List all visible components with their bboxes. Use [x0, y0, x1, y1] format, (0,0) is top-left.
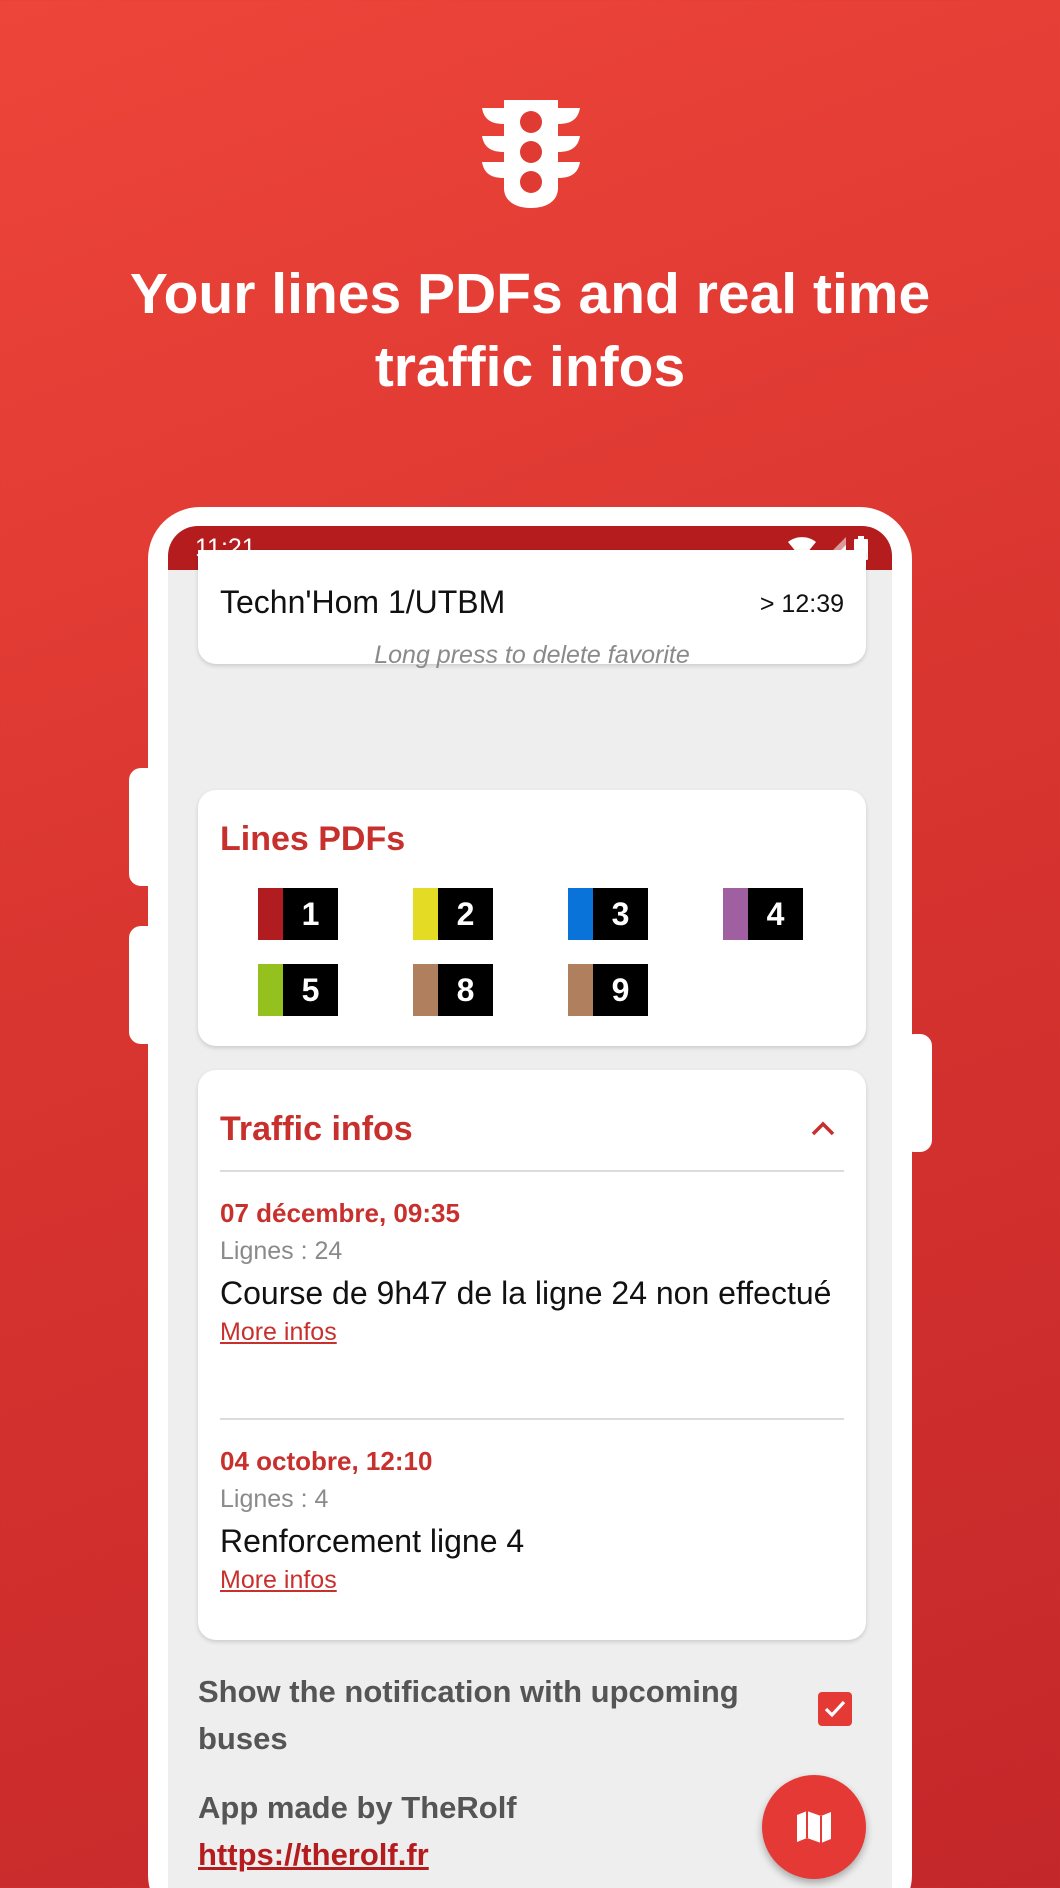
traffic-info-item: 04 octobre, 12:10 Lignes : 4 Renforcemen…: [220, 1446, 844, 1595]
map-icon: [797, 1811, 831, 1843]
favorite-stop-name: Techn'Hom 1/UTBM: [220, 584, 506, 620]
notification-setting-label: Show the notification with upcoming buse…: [198, 1674, 739, 1756]
phone-side-button: [129, 768, 159, 886]
line-color-stripe: [568, 888, 593, 940]
line-badge-9[interactable]: 9: [568, 964, 648, 1016]
website-link[interactable]: https://therolf.fr: [198, 1837, 429, 1873]
traffic-info-lines: Lignes : 24: [220, 1237, 343, 1265]
line-color-stripe: [258, 964, 283, 1016]
more-infos-link[interactable]: More infos: [220, 1566, 337, 1595]
line-number: 9: [593, 964, 648, 1016]
line-color-stripe: [413, 888, 438, 940]
line-badge-2[interactable]: 2: [413, 888, 493, 940]
traffic-info-item: 07 décembre, 09:35 Lignes : 24 Course de…: [220, 1198, 844, 1347]
line-badge-4[interactable]: 4: [723, 888, 803, 940]
lines-pdfs-title: Lines PDFs: [220, 820, 406, 858]
line-color-stripe: [568, 964, 593, 1016]
divider: [220, 1418, 844, 1420]
line-number: 5: [283, 964, 338, 1016]
notification-checkbox[interactable]: [818, 1692, 852, 1726]
line-color-stripe: [723, 888, 748, 940]
favorite-next-time: > 12:39: [759, 590, 844, 618]
line-badge-5[interactable]: 5: [258, 964, 338, 1016]
traffic-info-date: 04 octobre, 12:10: [220, 1446, 433, 1476]
traffic-light-icon: [482, 100, 580, 208]
phone-screen: 11:21 Techn'Hom 1/UTBM > 12:39 Long pres…: [168, 526, 892, 1888]
divider: [220, 1170, 844, 1172]
chevron-up-icon[interactable]: [810, 1120, 836, 1136]
phone-side-button: [129, 926, 159, 1044]
line-badge-1[interactable]: 1: [258, 888, 338, 940]
favorite-card[interactable]: Techn'Hom 1/UTBM > 12:39 Long press to d…: [198, 550, 866, 669]
line-badge-3[interactable]: 3: [568, 888, 648, 940]
line-number: 8: [438, 964, 493, 1016]
check-icon: [824, 1700, 846, 1718]
line-badge-8[interactable]: 8: [413, 964, 493, 1016]
headline: Your lines PDFs and real time traffic in…: [129, 262, 931, 399]
favorite-hint: Long press to delete favorite: [374, 641, 690, 669]
traffic-info-date: 07 décembre, 09:35: [220, 1198, 460, 1228]
line-color-stripe: [413, 964, 438, 1016]
map-button[interactable]: [762, 1775, 866, 1879]
line-color-stripe: [258, 888, 283, 940]
line-number: 2: [438, 888, 493, 940]
line-number: 3: [593, 888, 648, 940]
traffic-info-lines: Lignes : 4: [220, 1485, 329, 1513]
line-number: 1: [283, 888, 338, 940]
traffic-info-text: Course de 9h47 de la ligne 24 non effect…: [220, 1275, 832, 1311]
traffic-info-text: Renforcement ligne 4: [220, 1523, 525, 1559]
phone-side-button: [902, 1034, 932, 1152]
traffic-infos-title: Traffic infos: [220, 1110, 413, 1148]
lines-pdfs-card: Lines PDFs 1 2 3 4 5 8 9: [198, 790, 866, 1046]
line-number: 4: [748, 888, 803, 940]
traffic-infos-card: Traffic infos 07 décembre, 09:35 Lignes …: [198, 1070, 866, 1640]
more-infos-link[interactable]: More infos: [220, 1318, 337, 1347]
made-by-text: App made by TheRolf: [198, 1790, 517, 1825]
